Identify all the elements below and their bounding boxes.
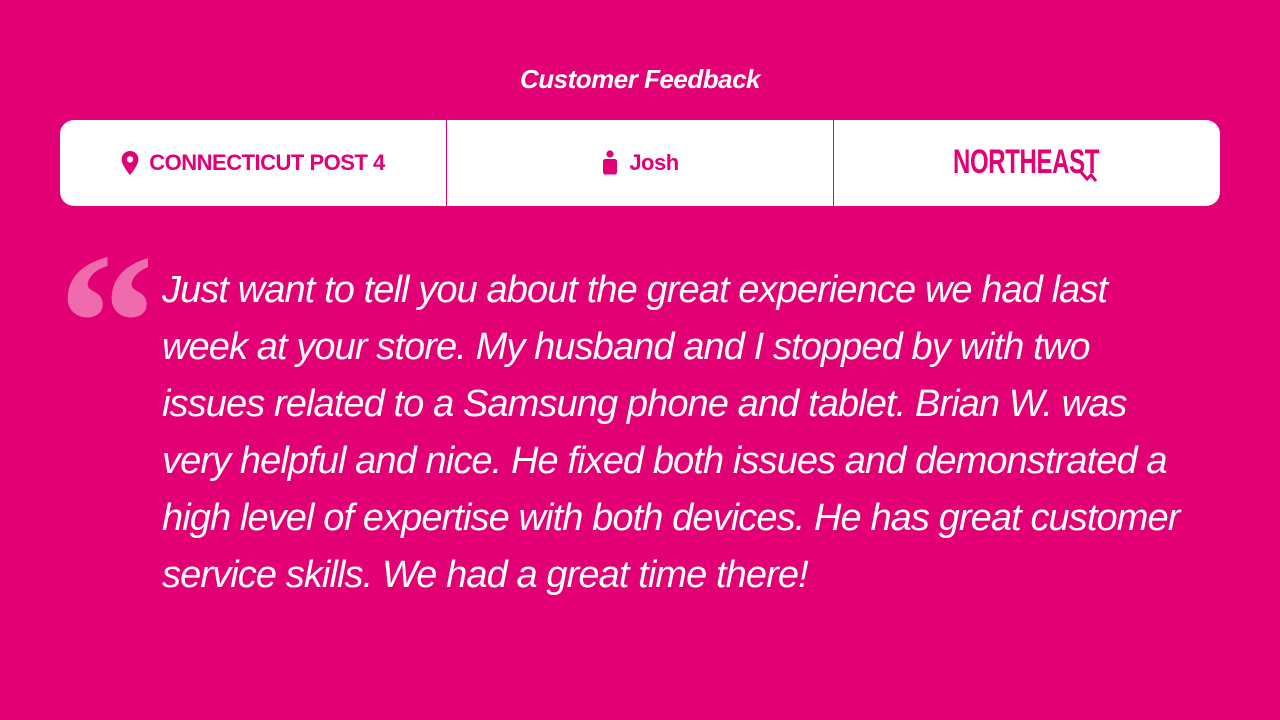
location-label: CONNECTICUT POST 4 [149, 150, 385, 175]
svg-text:NORTHEAST: NORTHEAST [953, 143, 1100, 181]
employee-cell: Josh [446, 120, 833, 206]
person-icon [601, 150, 619, 176]
location-cell: CONNECTICUT POST 4 [60, 120, 446, 206]
employee-name: Josh [629, 150, 679, 175]
page-title: Customer Feedback [519, 64, 761, 94]
feedback-quote: Just want to tell you about the great ex… [162, 269, 1180, 596]
quote-mark-icon: “ [58, 230, 148, 346]
location-pin-icon [121, 151, 139, 175]
brand-cell: NORTHEAST [833, 120, 1220, 206]
northeast-logo: NORTHEAST [953, 143, 1100, 182]
svg-text:“: “ [58, 230, 148, 346]
info-bar: CONNECTICUT POST 4 Josh NORTHEAST [60, 120, 1220, 206]
